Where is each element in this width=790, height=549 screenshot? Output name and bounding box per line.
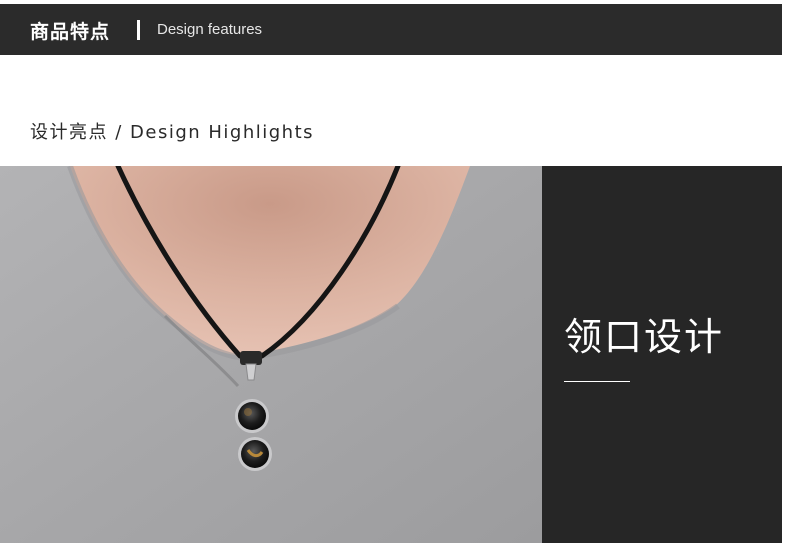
- pendant-bead-top: [238, 402, 266, 430]
- pendant-bail: [245, 363, 257, 381]
- feature-underline: [564, 381, 630, 382]
- header-title-cn: 商品特点: [30, 21, 111, 43]
- feature-title: 领口设计: [564, 315, 725, 359]
- header-separator: [137, 20, 140, 40]
- product-photo: [0, 166, 542, 543]
- feature-panel: 领口设计: [542, 166, 782, 543]
- necklace-photo-illustration: [0, 166, 542, 543]
- section-heading: 设计亮点 / Design Highlights: [30, 122, 315, 143]
- header-bar: 商品特点 Design features: [0, 4, 782, 55]
- header-title-en: Design features: [157, 21, 263, 38]
